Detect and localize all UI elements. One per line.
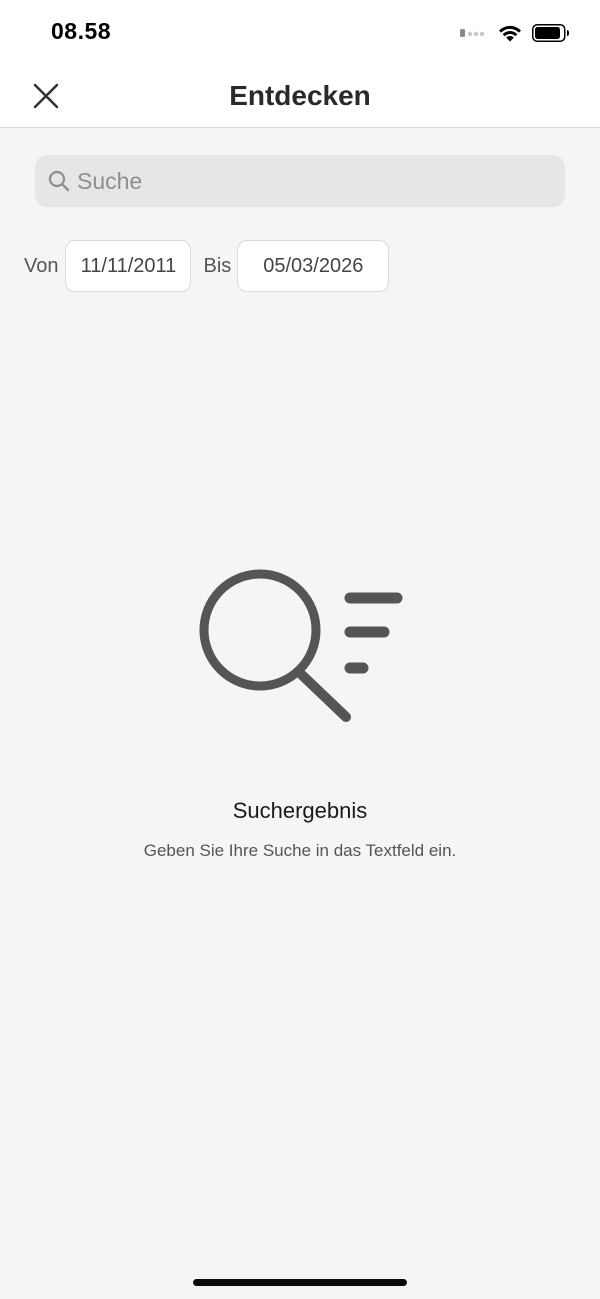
status-bar: 08.58 bbox=[0, 0, 600, 64]
navigation-bar: Entdecken bbox=[0, 64, 600, 128]
search-icon bbox=[48, 170, 70, 192]
cellular-signal-icon bbox=[460, 29, 485, 37]
status-icons bbox=[460, 22, 570, 44]
date-range-filter: Von 11/11/2011 Bis 05/03/2026 bbox=[24, 239, 390, 293]
from-date-field[interactable]: 11/11/2011 bbox=[65, 240, 192, 292]
search-input[interactable] bbox=[77, 161, 537, 201]
home-indicator[interactable] bbox=[193, 1279, 407, 1286]
to-label: Bis bbox=[203, 254, 232, 277]
battery-icon bbox=[532, 24, 569, 42]
from-label: Von bbox=[24, 254, 59, 277]
empty-state-title: Suchergebnis bbox=[232, 798, 368, 823]
search-results-icon bbox=[199, 569, 403, 722]
page-title: Entdecken bbox=[229, 80, 371, 111]
search-bar[interactable] bbox=[35, 155, 565, 207]
status-time: 08.58 bbox=[51, 18, 112, 44]
wifi-icon bbox=[499, 25, 521, 42]
to-date-field[interactable]: 05/03/2026 bbox=[237, 240, 390, 292]
empty-state-message: Geben Sie Ihre Suche in das Textfeld ein… bbox=[143, 841, 457, 860]
